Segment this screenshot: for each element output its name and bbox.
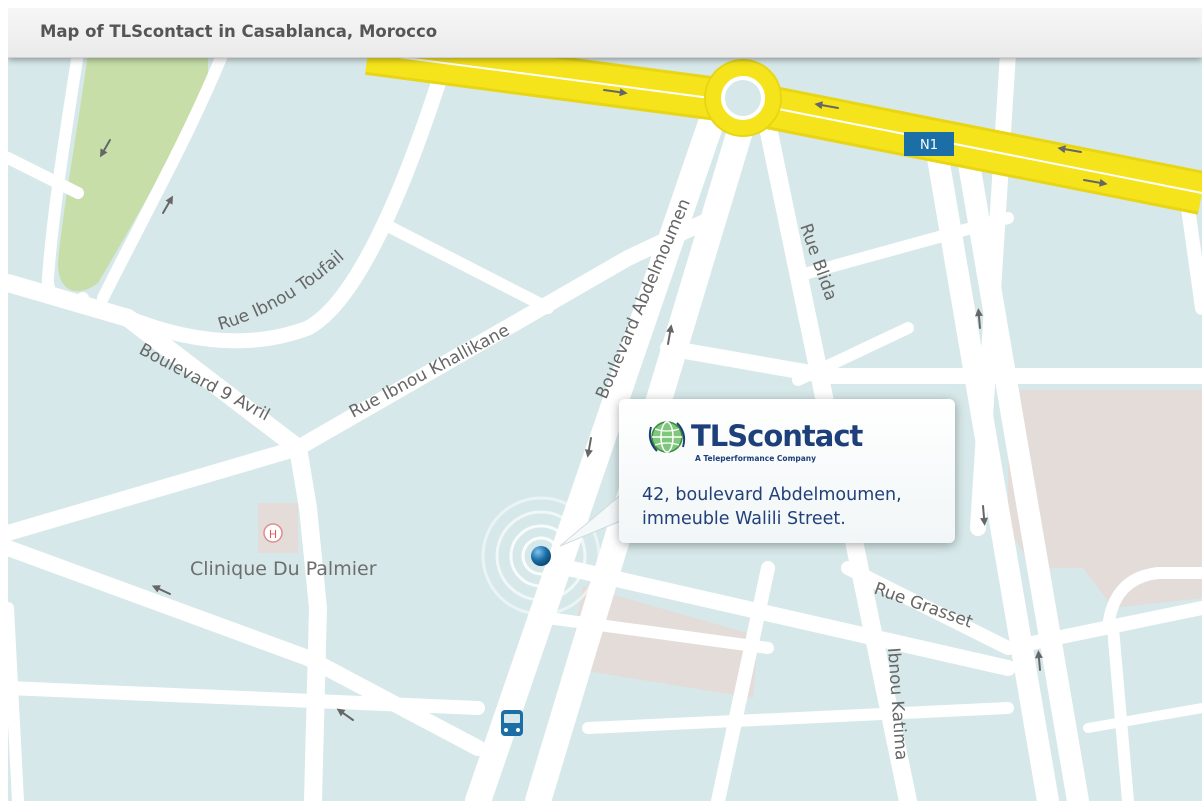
- road: [1083, 703, 1202, 733]
- road: [1107, 622, 1134, 801]
- road: [1181, 201, 1202, 315]
- road: [8, 152, 84, 199]
- street-label: Rue Grasset: [871, 579, 975, 633]
- highway-shield: N1: [904, 132, 954, 156]
- direction-arrow-icon: [162, 195, 173, 214]
- hospital-icon: H: [263, 523, 283, 543]
- map-header: Map of TLScontact in Casablanca, Morocco: [8, 8, 1202, 58]
- map-frame: N1 Rue Ibnou Toufail Rue Ibnou Khallikan…: [8, 8, 1202, 801]
- poi-label: Clinique Du Palmier: [190, 558, 377, 580]
- bus-stop-icon[interactable]: [501, 710, 523, 736]
- park-area: [58, 53, 208, 292]
- road: [582, 702, 1014, 734]
- address-line: immeuble Walili Street.: [642, 509, 846, 529]
- road: [660, 340, 1202, 384]
- hospital-symbol: H: [269, 528, 277, 541]
- map-title: Map of TLScontact in Casablanca, Morocco: [40, 22, 438, 41]
- brand-name: TLScontact: [691, 419, 863, 453]
- address-block: 42, boulevard Abdelmoumen, immeuble Wali…: [642, 483, 902, 531]
- address-line: 42, boulevard Abdelmoumen,: [642, 485, 902, 505]
- location-callout[interactable]: TLScontact A Teleperformance Company 42,…: [619, 399, 955, 543]
- street-label: Boulevard 9 Avril: [136, 340, 273, 426]
- highway-shield-label: N1: [920, 138, 938, 153]
- brand-tagline: A Teleperformance Company: [695, 454, 817, 463]
- street-label: Rue Ibnou Khallikane: [346, 320, 513, 422]
- globe-logo-icon: [648, 421, 686, 453]
- road: [8, 681, 485, 715]
- road: [382, 220, 554, 314]
- map-canvas[interactable]: N1 Rue Ibnou Toufail Rue Ibnou Khallikan…: [8, 8, 1202, 801]
- road: [8, 602, 24, 801]
